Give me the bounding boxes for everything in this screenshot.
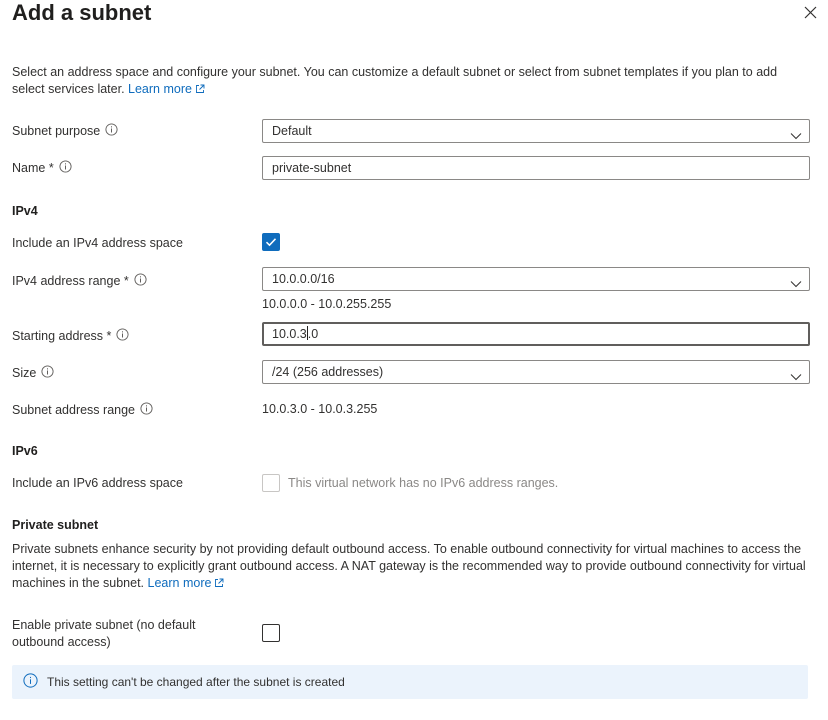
close-icon[interactable] [800, 2, 822, 24]
size-label-text: Size [12, 366, 37, 380]
ipv6-heading: IPv6 [12, 444, 38, 458]
notice-text: This setting can't be changed after the … [47, 675, 345, 689]
starting-address-label: Starting address * [12, 328, 129, 344]
intro-description: Select an address space and configure yo… [12, 65, 778, 96]
subnet-range-label-text: Subnet address range [12, 403, 136, 417]
size-label: Size [12, 365, 54, 381]
private-learn-more-label[interactable]: Learn more [148, 576, 212, 590]
ipv4-heading: IPv4 [12, 204, 38, 218]
name-label-text: Name * [12, 161, 54, 175]
ipv4-range-label: IPv4 address range * [12, 273, 147, 289]
enable-private-subnet-label: Enable private subnet (no default outbou… [12, 618, 196, 649]
info-notice: This setting can't be changed after the … [12, 665, 808, 699]
intro-text: Select an address space and configure yo… [12, 64, 812, 99]
chevron-down-icon [790, 126, 802, 148]
include-ipv4-label-text: Include an IPv4 address space [12, 236, 183, 250]
private-subnet-description: Private subnets enhance security by not … [12, 541, 818, 593]
info-icon[interactable] [41, 365, 54, 381]
external-link-icon [214, 576, 224, 593]
include-ipv6-checkbox [262, 474, 280, 492]
ipv4-range-value: 10.0.0.0/16 [272, 272, 335, 286]
subnet-purpose-value: Default [272, 124, 312, 138]
page-title: Add a subnet [12, 0, 152, 25]
subnet-purpose-dropdown[interactable]: Default [262, 119, 810, 143]
include-ipv4-checkbox[interactable] [262, 233, 280, 251]
starting-address-input[interactable]: 10.0.3.0 [262, 322, 810, 346]
starting-address-value-end: .0 [307, 327, 319, 341]
info-icon[interactable] [140, 402, 153, 418]
checkmark-icon [265, 238, 277, 247]
private-subnet-description-text: Private subnets enhance security by not … [12, 542, 806, 590]
ipv6-disabled-text: This virtual network has no IPv6 address… [288, 476, 559, 490]
enable-private-subnet-checkbox[interactable] [262, 624, 280, 642]
info-icon[interactable] [105, 123, 118, 139]
private-subnet-heading: Private subnet [12, 518, 99, 532]
info-icon [23, 673, 38, 691]
include-ipv6-label: Include an IPv6 address space [12, 476, 183, 490]
learn-more-link[interactable]: Learn more [128, 82, 205, 96]
external-link-icon [195, 82, 205, 99]
size-dropdown[interactable]: /24 (256 addresses) [262, 360, 810, 384]
chevron-down-icon [790, 367, 802, 389]
size-value: /24 (256 addresses) [272, 365, 384, 379]
include-ipv6-label-text: Include an IPv6 address space [12, 476, 183, 490]
include-ipv4-label: Include an IPv4 address space [12, 236, 183, 250]
name-input[interactable]: private-subnet [262, 156, 810, 180]
info-icon[interactable] [116, 328, 129, 344]
info-icon[interactable] [134, 273, 147, 289]
info-icon[interactable] [59, 160, 72, 176]
chevron-down-icon [790, 274, 802, 296]
subnet-purpose-label-text: Subnet purpose [12, 124, 101, 138]
subnet-range-value: 10.0.3.0 - 10.0.3.255 [262, 402, 378, 416]
name-label: Name * [12, 160, 72, 176]
subnet-range-label: Subnet address range [12, 402, 153, 418]
learn-more-label[interactable]: Learn more [128, 82, 192, 96]
starting-address-value-start: 10.0.3 [272, 327, 307, 341]
private-learn-more-link[interactable]: Learn more [148, 576, 225, 590]
ipv4-range-label-text: IPv4 address range * [12, 274, 129, 288]
name-input-value: private-subnet [272, 161, 352, 175]
ipv4-range-hint: 10.0.0.0 - 10.0.255.255 [262, 297, 392, 311]
subnet-purpose-label: Subnet purpose [12, 123, 118, 139]
starting-address-label-text: Starting address * [12, 329, 112, 343]
ipv4-range-dropdown[interactable]: 10.0.0.0/16 [262, 267, 810, 291]
